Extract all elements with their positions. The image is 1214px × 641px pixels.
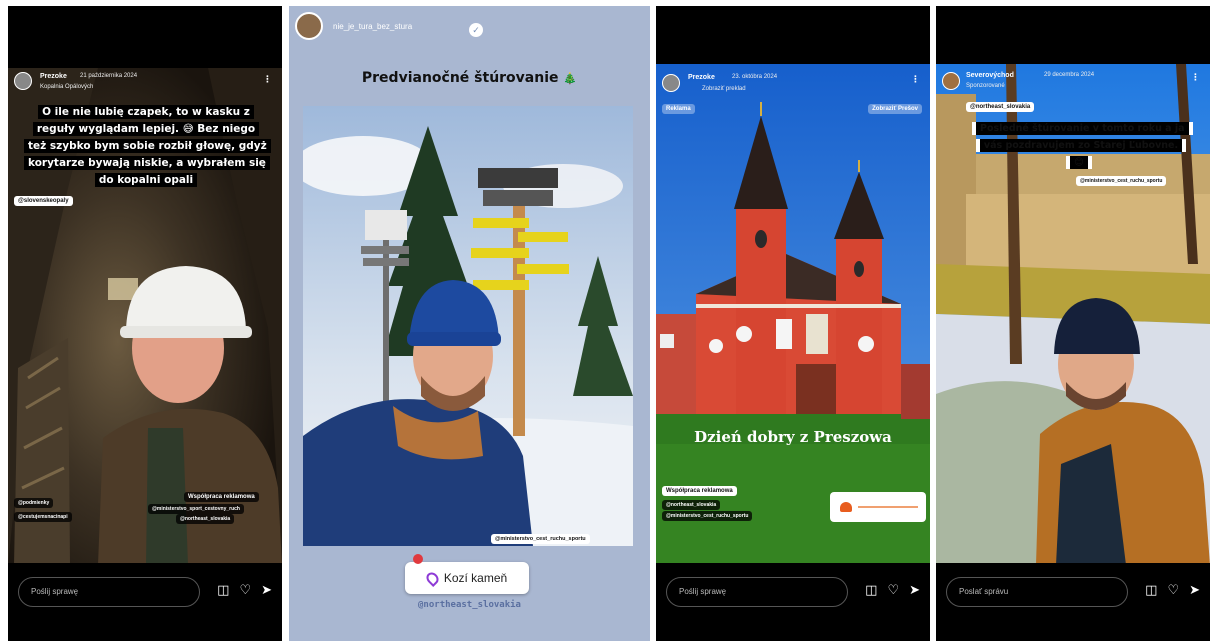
reply-input[interactable]: Poslať správu bbox=[946, 577, 1128, 607]
heart-icon[interactable]: ♡ bbox=[1167, 583, 1179, 597]
send-icon[interactable]: ➤ bbox=[261, 583, 272, 597]
more-options-icon[interactable]: ⋮ bbox=[911, 74, 920, 85]
tag-sticker[interactable]: Współpraca reklamowa bbox=[662, 486, 737, 496]
tag-sticker[interactable]: @podmienky bbox=[14, 498, 54, 508]
avatar[interactable] bbox=[942, 72, 960, 90]
tag-sticker[interactable]: @slovenskeopaly bbox=[14, 196, 73, 206]
story-like-icon[interactable]: ◫ bbox=[865, 583, 877, 597]
tag-sticker[interactable]: @ministerstvo_sport_cestovny_ruch bbox=[148, 504, 244, 514]
story-date: 29 decembra 2024 bbox=[1044, 72, 1095, 78]
mention-sticker[interactable]: @northeast_slovakia bbox=[966, 102, 1035, 112]
link-sticker[interactable] bbox=[830, 492, 926, 522]
story-actions: ◫ ♡ ➤ bbox=[217, 583, 272, 597]
translate-link[interactable]: Zobraziť preklad bbox=[702, 86, 746, 92]
heart-icon[interactable]: ♡ bbox=[239, 583, 251, 597]
story-panel-3[interactable]: Prezoke 23. októbra 2024 Zobraziť prekla… bbox=[656, 6, 930, 641]
location-name: Kozí kameň bbox=[443, 571, 508, 585]
story-panel-1[interactable]: Prezoke 21 października 2024 Kopalnia Op… bbox=[8, 6, 282, 641]
tag-sticker[interactable]: @cestujemsnacinapi bbox=[14, 512, 72, 522]
location-pin-icon bbox=[423, 569, 441, 587]
smile-icon: 😊 bbox=[1070, 156, 1088, 169]
story-like-icon[interactable]: ◫ bbox=[1145, 583, 1157, 597]
reply-bar: Poślij sprawę ◫ ♡ ➤ bbox=[656, 563, 930, 641]
mention-sticker[interactable]: @northeast_slovakia bbox=[289, 600, 650, 610]
story-actions: ◫ ♡ ➤ bbox=[1145, 583, 1200, 597]
story-username[interactable]: Severovýchod bbox=[966, 72, 1014, 79]
story-panel-2[interactable]: nie_je_tura_bez_stura ✓ Predvianočné štú… bbox=[289, 6, 650, 641]
tree-icon: 🎄 bbox=[563, 72, 578, 85]
story-date: 21 października 2024 bbox=[80, 73, 138, 79]
tag-sticker[interactable]: @northeast_slovakia bbox=[176, 514, 235, 524]
tag-sticker[interactable]: @northeast_slovakia bbox=[662, 500, 721, 510]
heart-logo-icon bbox=[840, 502, 852, 512]
story-username[interactable]: Prezoke bbox=[40, 73, 67, 80]
view-location-badge[interactable]: Zobraziť Prešov bbox=[868, 104, 922, 114]
avatar[interactable] bbox=[662, 74, 680, 92]
avatar[interactable] bbox=[295, 12, 323, 40]
story-caption: O ile nie lubię czapek, to w kasku z reg… bbox=[24, 104, 271, 189]
story-like-icon[interactable]: ◫ bbox=[217, 583, 229, 597]
story-location[interactable]: Kopalnia Opálových bbox=[40, 84, 93, 90]
story-2-photo bbox=[303, 106, 633, 546]
ad-badge[interactable]: Reklama bbox=[662, 104, 695, 114]
location-sticker[interactable]: Kozí kameň bbox=[405, 562, 529, 594]
story-username[interactable]: Prezoke bbox=[688, 74, 715, 81]
more-options-icon[interactable]: ⋮ bbox=[263, 74, 272, 85]
reply-bar: Poslať správu ◫ ♡ ➤ bbox=[936, 563, 1210, 641]
story-caption: Posledné štúrovanie v tomto roku a ja vá… bbox=[972, 120, 1193, 171]
reply-input[interactable]: Poślij sprawę bbox=[18, 577, 200, 607]
story-title: Predvianočné štúrovanie 🎄 bbox=[361, 70, 578, 86]
send-icon[interactable]: ➤ bbox=[1189, 583, 1200, 597]
avatar[interactable] bbox=[14, 72, 32, 90]
story-caption: Dzień dobry z Preszowa bbox=[694, 428, 892, 446]
story-date: 23. októbra 2024 bbox=[732, 74, 778, 80]
location-badge-icon bbox=[413, 554, 423, 564]
reply-input[interactable]: Poślij sprawę bbox=[666, 577, 848, 607]
story-username[interactable]: nie_je_tura_bez_stura bbox=[333, 22, 412, 31]
tag-sticker[interactable]: Współpraca reklamowa bbox=[184, 492, 259, 502]
heart-icon[interactable]: ♡ bbox=[887, 583, 899, 597]
reply-bar: Poślij sprawę ◫ ♡ ➤ bbox=[8, 563, 282, 641]
verified-icon: ✓ bbox=[469, 23, 483, 37]
story-panel-4[interactable]: Severovýchod 29 decembra 2024 Sponzorova… bbox=[936, 6, 1210, 641]
tag-sticker[interactable]: @ministerstvo_cest_ruchu_sportu bbox=[491, 534, 590, 544]
mention-sticker[interactable]: @ministerstvo_cest_ruchu_sportu bbox=[1076, 176, 1167, 186]
tag-sticker[interactable]: @ministerstvo_cest_ruchu_sportu bbox=[662, 511, 753, 521]
sponsored-label: Sponzorované bbox=[966, 83, 1005, 89]
send-icon[interactable]: ➤ bbox=[909, 583, 920, 597]
more-options-icon[interactable]: ⋮ bbox=[1191, 72, 1200, 83]
story-actions: ◫ ♡ ➤ bbox=[865, 583, 920, 597]
